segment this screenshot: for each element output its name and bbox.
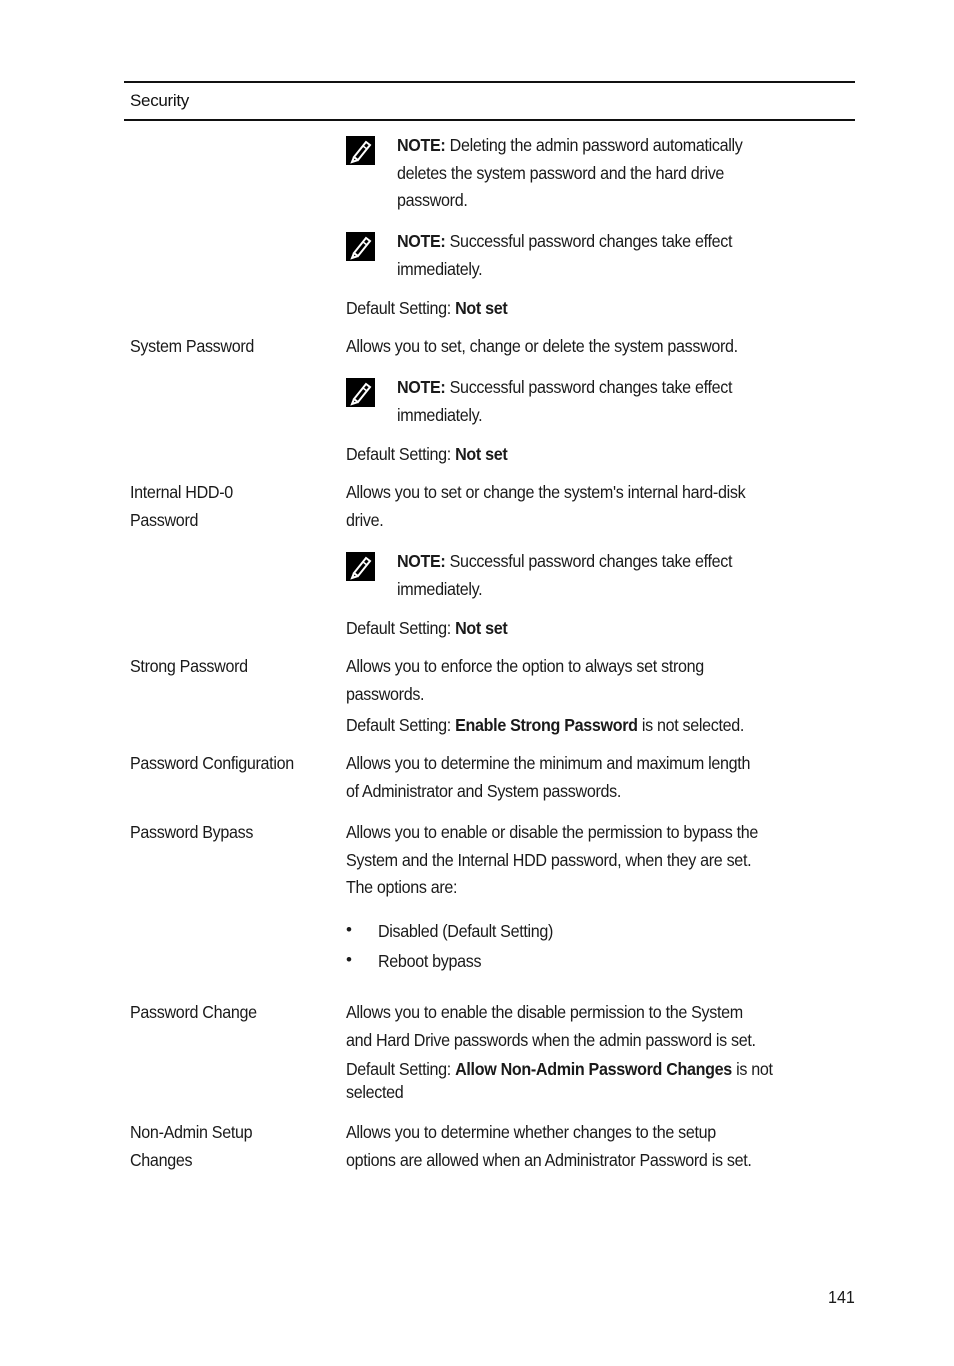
note-pencil-icon [346, 136, 375, 165]
note-internal-hdd: NOTE: Successful password changes take e… [397, 551, 733, 599]
security-table: Security [124, 81, 855, 121]
note-pencil-icon [346, 232, 375, 261]
page-number: 141 [828, 1287, 855, 1307]
bullet-icon: • [346, 950, 352, 969]
option-reboot-bypass: Reboot bypass [378, 951, 482, 971]
table-header-row: Security [124, 83, 855, 121]
row-label-password-bypass: Password Bypass [130, 822, 254, 842]
row-desc-password-change: Allows you to enable the disable permiss… [346, 1002, 756, 1050]
default-password-change: Default Setting: Allow Non-Admin Passwor… [346, 1059, 773, 1102]
table-header-security: Security [130, 91, 190, 110]
row-label-non-admin-setup-changes: Non-Admin Setup Changes [130, 1122, 253, 1170]
row-label-password-configuration: Password Configuration [130, 753, 294, 773]
note-pencil-icon [346, 378, 375, 407]
row-label-system-password: System Password [130, 336, 255, 356]
row-label-strong-password: Strong Password [130, 656, 248, 676]
row-desc-non-admin-setup-changes: Allows you to determine whether changes … [346, 1122, 752, 1170]
row-label-password-change: Password Change [130, 1002, 257, 1022]
note-admin-effect: NOTE: Successful password changes take e… [397, 231, 733, 279]
note-system-password: NOTE: Successful password changes take e… [397, 377, 733, 425]
row-desc-password-bypass: Allows you to enable or disable the perm… [346, 822, 759, 897]
default-strong-password: Default Setting: Enable Strong Password … [346, 715, 745, 735]
note-admin-delete: NOTE: Deleting the admin password automa… [397, 135, 743, 210]
row-desc-password-configuration: Allows you to determine the minimum and … [346, 753, 751, 801]
row-desc-strong-password: Allows you to enforce the option to alwa… [346, 656, 704, 704]
row-desc-internal-hdd-password: Allows you to set or change the system's… [346, 482, 746, 530]
option-disabled: Disabled (Default Setting) [378, 921, 554, 941]
note-pencil-icon [346, 552, 375, 581]
admin-default-setting: Default Setting: Not set [346, 298, 508, 318]
default-internal-hdd: Default Setting: Not set [346, 618, 508, 638]
default-system-password: Default Setting: Not set [346, 444, 508, 464]
document-page: Security NOTE: Deleting the admin passwo… [0, 0, 954, 1366]
row-label-internal-hdd-password: Internal HDD-0 Password [130, 482, 233, 530]
bullet-icon: • [346, 920, 352, 939]
row-desc-system-password: Allows you to set, change or delete the … [346, 336, 738, 356]
